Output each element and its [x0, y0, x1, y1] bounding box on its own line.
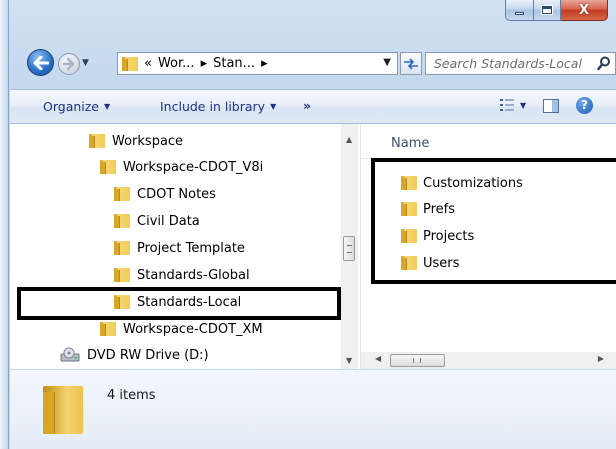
folder-icon [100, 160, 116, 174]
refresh-button[interactable] [400, 52, 422, 75]
breadcrumb-separator-icon[interactable]: ▸ [261, 56, 268, 71]
folder-icon [114, 214, 130, 228]
tree-item-label: CDOT Notes [137, 186, 216, 202]
folder-icon [89, 134, 105, 148]
chevron-down-icon: ▼ [104, 102, 111, 111]
tree-item-cdot-notes[interactable]: CDOT Notes [114, 181, 216, 207]
details-view-icon [500, 99, 514, 111]
tree-item-label: DVD RW Drive (D:) [87, 347, 209, 363]
forward-button[interactable] [58, 53, 80, 75]
file-list-pane: Name Customizations Prefs Projects Users [361, 124, 616, 369]
folder-icon [122, 56, 138, 71]
folder-icon [43, 386, 83, 434]
preview-pane-icon [552, 100, 558, 112]
navigation-pane: Workspace Workspace-CDOT_V8i CDOT Notes … [10, 124, 350, 369]
maximize-button[interactable] [534, 0, 561, 21]
breadcrumb-separator-icon[interactable]: ▸ [201, 56, 208, 71]
close-icon: X [578, 2, 590, 18]
back-button[interactable] [27, 49, 54, 76]
minimize-button[interactable] [505, 0, 534, 21]
column-header-name[interactable]: Name [391, 136, 429, 151]
navigation-pane-scrollbar[interactable]: ▲ ▼ [341, 124, 358, 369]
back-arrow-icon [33, 55, 49, 70]
scroll-right-icon[interactable]: ▶ [598, 354, 604, 363]
details-pane: 4 items [10, 369, 616, 449]
preview-pane-button[interactable] [543, 99, 559, 113]
address-dropdown-icon[interactable]: ▼ [383, 57, 391, 68]
change-view-button[interactable]: ▼ [500, 99, 526, 111]
scrollbar-thumb[interactable] [343, 236, 355, 261]
help-button[interactable]: ? [576, 97, 593, 114]
caption-buttons: X [505, 0, 608, 21]
tree-item-label: Civil Data [137, 213, 200, 229]
tree-item-standards-global[interactable]: Standards-Global [114, 262, 250, 288]
minimize-icon [515, 12, 524, 15]
command-bar: Organize ▼ Include in library ▼ » ▼ ? [10, 89, 616, 124]
chevron-down-icon: ▼ [270, 102, 277, 111]
folder-icon [100, 322, 116, 336]
dvd-drive-icon [60, 347, 80, 362]
tree-item-label: Workspace [112, 133, 184, 149]
scroll-left-icon[interactable]: ◀ [375, 354, 381, 363]
standards-local-highlight [17, 287, 341, 320]
include-in-library-menu[interactable]: Include in library ▼ [160, 99, 276, 114]
folder-icon [114, 268, 130, 282]
close-button[interactable]: X [561, 0, 608, 21]
folder-icon [114, 187, 130, 201]
folder-icon [114, 241, 130, 255]
scroll-up-icon[interactable]: ▲ [346, 135, 352, 144]
recent-pages-dropdown[interactable]: ▼ [82, 58, 89, 68]
file-list-scrollbar[interactable]: ◀ ▶ [361, 352, 616, 369]
tree-item-label: Project Template [137, 240, 245, 256]
item-count: 4 items [107, 388, 156, 403]
tree-item-workspace-cdot-v8i[interactable]: Workspace-CDOT_V8i [100, 154, 263, 180]
tree-item-label: Workspace-CDOT_XM [123, 321, 263, 337]
scrollbar-thumb[interactable] [390, 354, 445, 367]
include-in-library-label: Include in library [160, 99, 266, 114]
navigation-bar: ▼ « Wor... ▸ Stan... ▸ ▼ Search Standard… [0, 43, 616, 79]
file-list-highlight [371, 158, 616, 284]
help-icon: ? [581, 98, 588, 112]
search-icon[interactable] [597, 56, 611, 71]
search-placeholder: Search Standards-Local [434, 56, 582, 71]
scroll-down-icon[interactable]: ▼ [346, 356, 352, 365]
tree-item-dvd-drive[interactable]: DVD RW Drive (D:) [60, 342, 209, 368]
tree-item-project-template[interactable]: Project Template [114, 235, 245, 261]
refresh-icon [404, 57, 418, 70]
tree-item-workspace[interactable]: Workspace [89, 128, 183, 154]
tree-item-label: Standards-Global [137, 267, 250, 283]
more-commands-button[interactable]: » [303, 98, 311, 113]
chevron-down-icon: ▼ [520, 100, 527, 110]
breadcrumb-item-standards[interactable]: Stan... [213, 56, 255, 71]
tree-item-civil-data[interactable]: Civil Data [114, 208, 200, 234]
tree-item-label: Workspace-CDOT_V8i [123, 159, 264, 175]
search-input[interactable]: Search Standards-Local [425, 52, 616, 75]
breadcrumb-overflow[interactable]: « [144, 56, 152, 71]
maximize-icon [541, 5, 553, 15]
breadcrumb-item-workspace[interactable]: Wor... [158, 56, 195, 71]
forward-arrow-icon [62, 57, 75, 71]
explorer-content: Workspace Workspace-CDOT_V8i CDOT Notes … [10, 124, 616, 369]
organize-menu[interactable]: Organize ▼ [43, 99, 110, 114]
organize-label: Organize [43, 99, 99, 114]
address-bar[interactable]: « Wor... ▸ Stan... ▸ ▼ [117, 52, 398, 75]
breadcrumb: « Wor... ▸ Stan... ▸ [144, 56, 268, 71]
